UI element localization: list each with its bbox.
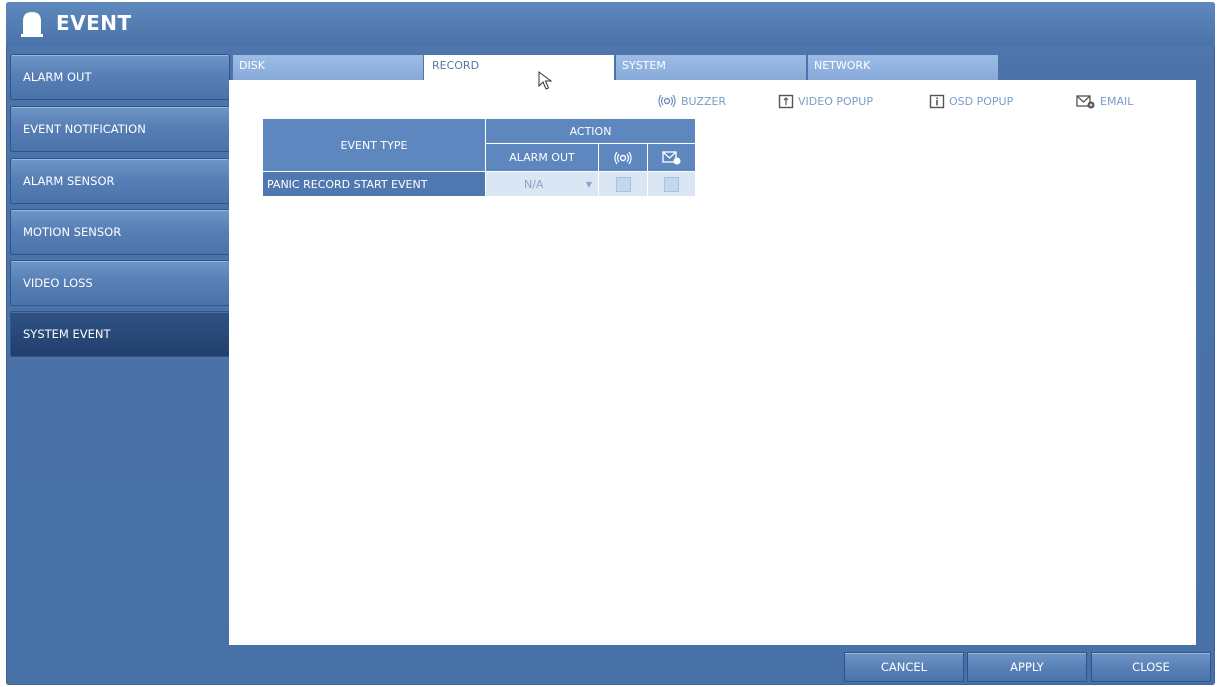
alarm-bell-icon	[21, 12, 43, 37]
sidebar-item-system-event[interactable]: SYSTEM EVENT	[10, 311, 230, 357]
apply-button[interactable]: APPLY	[967, 652, 1087, 682]
table-row-event-label: PANIC RECORD START EVENT	[263, 172, 485, 196]
legend-label: BUZZER	[681, 94, 727, 108]
tab-system[interactable]: SYSTEM	[616, 55, 806, 80]
video-popup-icon	[778, 94, 794, 108]
email-column-header	[647, 143, 696, 172]
event-type-header: EVENT TYPE	[262, 118, 486, 172]
sidebar-item-event-notification[interactable]: EVENT NOTIFICATION	[10, 106, 230, 152]
cancel-button[interactable]: CANCEL	[844, 652, 964, 682]
alarm-out-header: ALARM OUT	[485, 143, 599, 172]
email-checkbox[interactable]	[664, 176, 679, 192]
sidebar-item-label: ALARM OUT	[23, 70, 92, 84]
window-title: EVENT	[56, 11, 132, 35]
action-header: ACTION	[485, 118, 696, 144]
legend-buzzer: BUZZER	[657, 92, 726, 110]
legend-email: EMAIL	[1076, 92, 1133, 110]
email-icon	[1076, 94, 1095, 108]
sidebar-item-label: EVENT NOTIFICATION	[23, 122, 146, 136]
tab-label: RECORD	[432, 59, 480, 72]
sidebar-item-label: ALARM SENSOR	[23, 174, 115, 188]
buzzer-column-header	[598, 143, 648, 172]
sidebar-item-label: VIDEO LOSS	[23, 276, 93, 290]
legend-video-popup: VIDEO POPUP	[778, 92, 873, 110]
sidebar-item-label: SYSTEM EVENT	[23, 327, 111, 341]
sidebar-item-motion-sensor[interactable]: MOTION SENSOR	[10, 209, 230, 255]
close-button[interactable]: CLOSE	[1091, 652, 1211, 682]
legend-label: EMAIL	[1100, 94, 1134, 108]
legend-label: OSD POPUP	[949, 94, 1014, 108]
tab-label: SYSTEM	[622, 59, 666, 72]
buzzer-checkbox[interactable]	[615, 176, 631, 192]
legend-label: VIDEO POPUP	[798, 94, 873, 108]
tab-network[interactable]: NETWORK	[808, 55, 998, 80]
email-icon	[661, 151, 680, 165]
osd-popup-icon	[929, 94, 945, 108]
sidebar-item-video-loss[interactable]: VIDEO LOSS	[10, 260, 230, 306]
chevron-down-icon: ▼	[585, 179, 592, 189]
tab-disk[interactable]: DISK	[233, 55, 423, 80]
alarm-out-select[interactable]: N/A ▼	[486, 172, 598, 196]
mouse-cursor-icon	[538, 71, 553, 90]
buzzer-checkbox-cell	[599, 172, 647, 196]
buzzer-icon	[658, 94, 676, 108]
alarm-out-value: N/A	[524, 177, 544, 191]
tab-label: DISK	[239, 59, 265, 72]
title-bar: EVENT	[6, 2, 1215, 46]
tab-label: NETWORK	[814, 59, 871, 72]
buzzer-icon	[614, 151, 632, 164]
email-checkbox-cell	[648, 172, 695, 196]
sidebar-item-label: MOTION SENSOR	[23, 225, 122, 239]
sidebar-item-alarm-sensor[interactable]: ALARM SENSOR	[10, 158, 230, 204]
sidebar-item-alarm-out[interactable]: ALARM OUT	[10, 54, 230, 100]
legend-osd-popup: OSD POPUP	[929, 92, 1013, 110]
